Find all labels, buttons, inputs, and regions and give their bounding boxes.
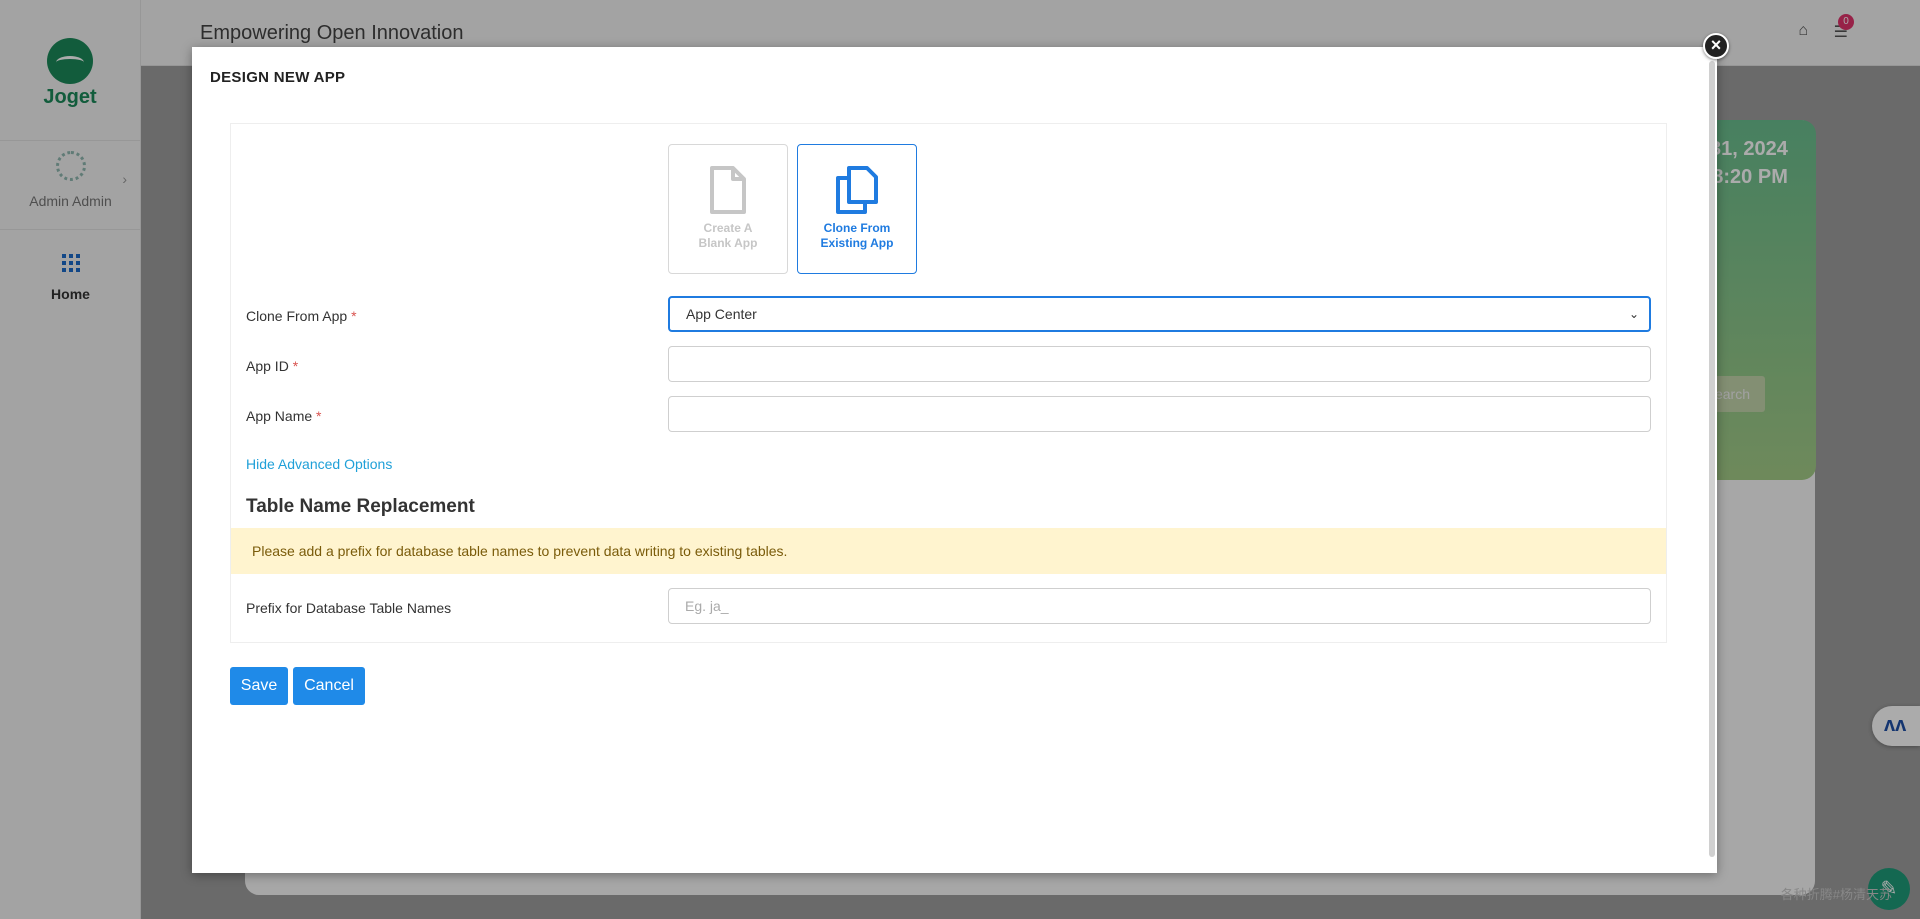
chevron-down-icon: ⌄ (1628, 307, 1639, 321)
option-clone-existing-app[interactable]: Clone From Existing App (797, 144, 917, 274)
label-text: App ID (246, 358, 289, 374)
option-label: Create A Blank App (669, 221, 787, 251)
option-label: Clone From Existing App (798, 221, 916, 251)
modal-title: DESIGN NEW APP (210, 69, 346, 86)
option-create-blank-app[interactable]: Create A Blank App (668, 144, 788, 274)
required-mark: * (316, 408, 322, 424)
prefix-input[interactable]: Eg. ja_ (668, 588, 1651, 624)
hide-advanced-options-link[interactable]: Hide Advanced Options (246, 456, 392, 472)
clone-from-app-label: Clone From App * (246, 308, 357, 324)
required-mark: * (292, 358, 299, 374)
design-new-app-dialog: DESIGN NEW APP Create A Blank App Clone … (192, 47, 1717, 873)
close-icon[interactable]: × (1703, 33, 1729, 59)
cancel-button[interactable]: Cancel (293, 667, 365, 705)
option-label-line: Create A (703, 221, 753, 235)
copy-icon (836, 166, 878, 214)
clone-from-app-select[interactable]: App Center ⌄ (668, 296, 1651, 332)
prefix-alert: Please add a prefix for database table n… (231, 528, 1666, 574)
form-panel: Create A Blank App Clone From Existing A… (230, 123, 1667, 643)
app-name-label: App Name * (246, 408, 322, 424)
prefix-label: Prefix for Database Table Names (246, 600, 452, 616)
required-mark: * (351, 308, 357, 324)
section-heading: Table Name Replacement (246, 496, 475, 517)
app-name-input[interactable] (668, 396, 1651, 432)
app-id-label: App ID * (246, 358, 298, 374)
option-label-line: Existing App (820, 236, 894, 250)
label-text: App Name (246, 408, 313, 424)
app-id-input[interactable] (668, 346, 1651, 382)
option-label-line: Blank App (698, 236, 758, 250)
save-button[interactable]: Save (230, 667, 288, 705)
file-icon (710, 166, 746, 214)
option-label-line: Clone From (823, 221, 891, 235)
label-text: Clone From App (246, 308, 348, 324)
modal-scrollbar[interactable] (1709, 61, 1715, 857)
select-value: App Center (686, 306, 757, 322)
